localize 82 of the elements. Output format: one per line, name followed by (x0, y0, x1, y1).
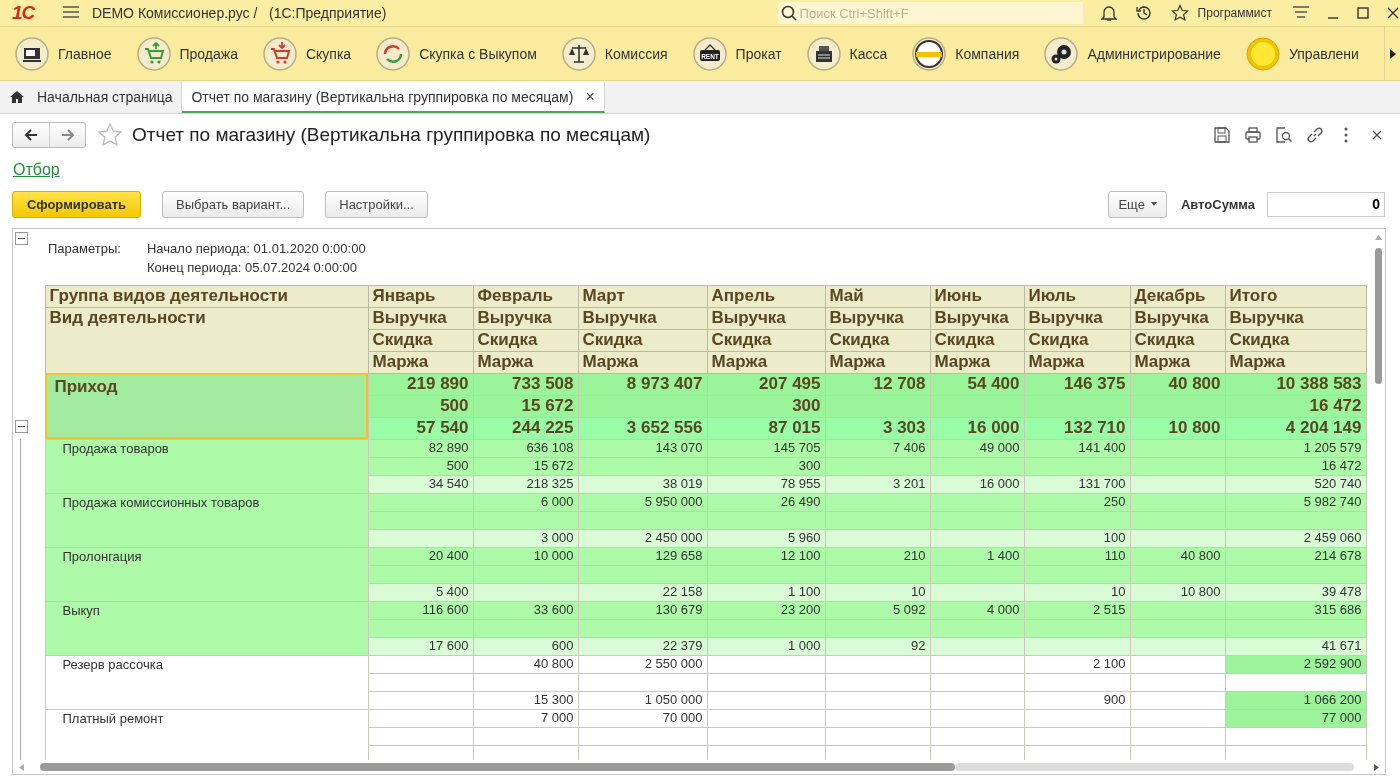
table-cell: 10 388 583 (1225, 373, 1366, 395)
column-header: Скидка (1225, 329, 1366, 351)
cycle-arrows-icon (376, 36, 411, 71)
field-label: АвтоСумма (1180, 196, 1255, 212)
table-cell: 16 472 (1225, 395, 1366, 417)
filter-link[interactable]: Отбор (13, 161, 60, 179)
column-header: Маржа (1225, 351, 1366, 373)
bell-icon[interactable] (1100, 4, 1117, 22)
command-button[interactable]: Сформировать (12, 190, 142, 218)
section-link[interactable]: Продажа (136, 36, 238, 71)
section-link[interactable]: Касса (806, 36, 888, 71)
parameter-value: Начало периода: 01.01.2020 0:00:00 (146, 241, 366, 256)
column-header: Июль (1024, 285, 1130, 307)
column-header: Группа видов деятельности (45, 285, 368, 307)
maximize-icon[interactable] (1356, 6, 1370, 20)
autosum-field[interactable]: 0 (1267, 191, 1385, 217)
section-link[interactable]: Управлени (1245, 36, 1359, 71)
star-icon[interactable] (1170, 4, 1189, 22)
gears-icon (1044, 36, 1079, 71)
row-label[interactable]: Приход (45, 373, 368, 439)
scrollbar-thumb[interactable] (40, 763, 955, 771)
row-label[interactable]: Резерв рассочка (45, 655, 368, 709)
column-header: Июнь (930, 285, 1024, 307)
settings-lines-icon[interactable] (1292, 5, 1310, 21)
home-icon (9, 90, 25, 104)
section-link[interactable]: Скупка (262, 36, 352, 71)
parameters-label: Параметры: (48, 241, 121, 258)
coin-icon (1245, 36, 1280, 71)
row-label[interactable]: Пролонгация (45, 547, 368, 601)
collapse-icon[interactable] (15, 420, 28, 433)
emblem-icon (912, 36, 947, 71)
link-icon[interactable] (1306, 126, 1324, 144)
column-header: Итого (1225, 285, 1366, 307)
cart-icon (262, 36, 297, 71)
section-link[interactable]: Администрирование (1044, 36, 1221, 71)
save-icon[interactable] (1213, 126, 1231, 144)
scroll-right-icon[interactable] (1388, 47, 1397, 60)
scroll-right-icon[interactable] (1374, 763, 1379, 771)
row-label[interactable]: Продажа комиссионных товаров (45, 493, 368, 547)
section-link[interactable]: Главное (15, 36, 112, 71)
star-icon[interactable] (97, 122, 123, 148)
section-link[interactable]: Скупка с Выкупом (376, 36, 537, 71)
row-label[interactable]: Платный ремонт (45, 709, 368, 760)
caret-icon (1150, 202, 1157, 206)
monitor-icon (15, 36, 49, 71)
cash-register-icon (806, 36, 841, 71)
forward-arrow-icon (60, 129, 75, 141)
form-title: Отчет по магазину (Вертикальна группировка по месяцам) (132, 124, 651, 146)
close-tab-button[interactable]: × (585, 87, 595, 106)
more-button[interactable]: Еще (1108, 190, 1167, 218)
column-header: Выручка (1225, 307, 1366, 329)
collapse-icon[interactable] (15, 232, 28, 245)
parameter-value: Конец периода: 05.07.2024 0:00:00 (146, 260, 358, 275)
row-label[interactable]: Продажа товаров (45, 439, 368, 493)
row-label[interactable]: Выкуп (45, 601, 368, 655)
print-icon[interactable] (1244, 126, 1262, 144)
command-button[interactable]: Выбрать вариант... (162, 190, 305, 218)
section-link[interactable]: Комиссия (561, 36, 668, 71)
column-header: Май (825, 285, 930, 307)
column-header: Декабрь (1130, 285, 1225, 307)
column-header: Январь (368, 285, 473, 307)
preview-icon[interactable] (1275, 126, 1293, 144)
search-icon (780, 5, 797, 21)
window-title: DEMO Комиссионер.рус / (1С:Предприятие) (92, 5, 387, 21)
scrollbar-thumb[interactable] (1374, 248, 1382, 384)
command-button[interactable]: Настройки... (325, 190, 428, 218)
column-header: Вид деятельности (45, 307, 368, 373)
back-arrow-icon (24, 129, 38, 141)
column-header: Апрель (707, 285, 825, 307)
scales-icon (561, 36, 596, 71)
column-header: Февраль (473, 285, 578, 307)
search-field[interactable]: Поиск Ctrl+Shift+F (777, 2, 1083, 24)
history-icon[interactable] (1134, 4, 1153, 22)
close-icon[interactable] (1386, 6, 1400, 20)
column-header: Март (578, 285, 707, 307)
cart-icon (136, 36, 171, 71)
user-name[interactable]: Программист (1197, 6, 1272, 20)
menu-icon[interactable] (62, 4, 80, 19)
table-cell: 4 204 149 (1225, 417, 1366, 439)
section-link[interactable]: Компания (912, 36, 1020, 71)
app-logo: 1С (12, 2, 37, 24)
tab[interactable]: Отчет по магазину (Вертикальна группировка по месяцам) × (182, 82, 605, 113)
